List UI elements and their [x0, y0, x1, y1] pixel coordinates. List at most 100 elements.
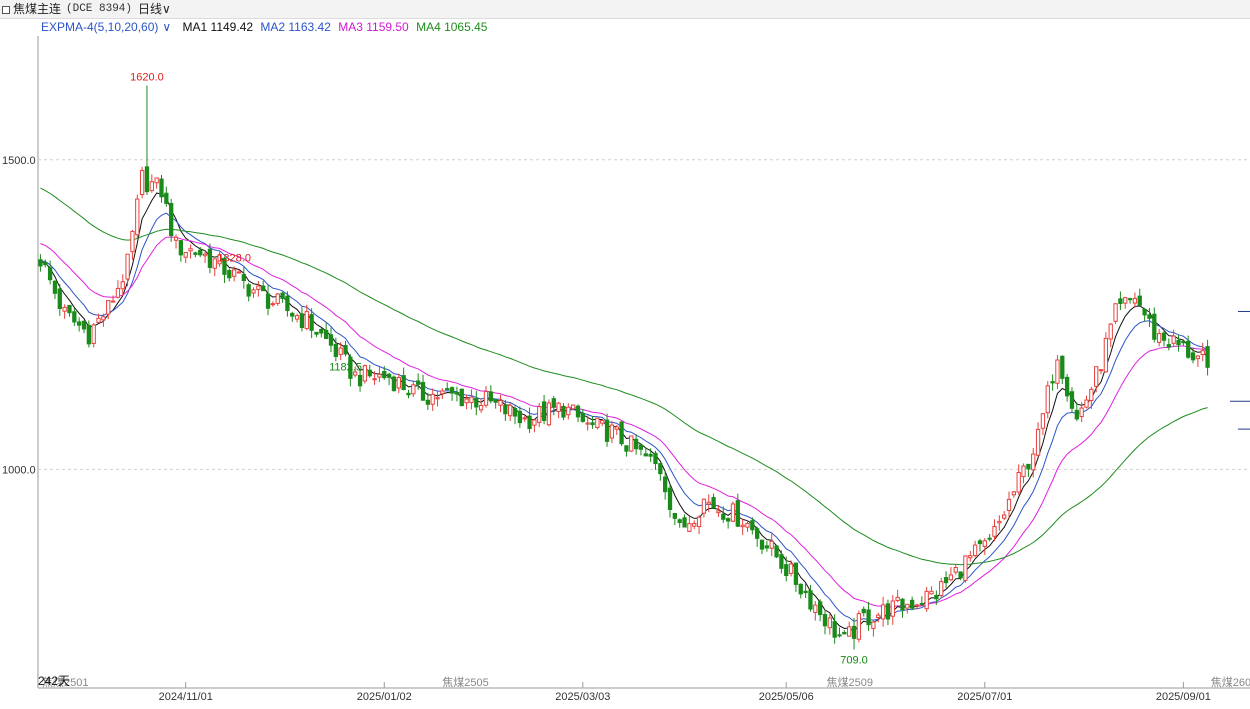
candle-body [663, 476, 668, 493]
symbol-name: 焦煤主连 [13, 2, 62, 16]
candle-body [740, 524, 745, 528]
candlestick-chart[interactable]: 1500.0 1000.0 1620.0 1328.0 1182.5 709.0 2024/… [0, 18, 1250, 709]
candle-body [517, 410, 523, 424]
candle-body [658, 463, 663, 475]
candle-body [692, 523, 697, 527]
y-tick-label: 1000.0 [2, 464, 36, 476]
candle-body [362, 365, 368, 382]
candle-body [880, 604, 886, 620]
candle-body [169, 202, 174, 237]
candle-body [1002, 514, 1007, 519]
candle-body [449, 387, 455, 394]
candle-body [958, 571, 963, 579]
candle-body [629, 435, 634, 452]
candle-body [164, 192, 169, 204]
candle-body [198, 249, 203, 256]
candle-body [701, 498, 707, 514]
candle-body [435, 397, 440, 400]
candle-body [193, 252, 198, 255]
candle-body [977, 540, 983, 545]
candle-body [769, 540, 774, 549]
candle-body [256, 285, 261, 290]
candle-body [837, 634, 842, 637]
candle-body [135, 198, 140, 236]
candle-body [343, 345, 348, 355]
series-line-ma2 [40, 212, 1208, 622]
candle-body [386, 373, 392, 378]
candle-body [1142, 308, 1147, 316]
candle-body [57, 288, 62, 310]
candle-body [154, 177, 159, 184]
candle-body [580, 413, 585, 422]
candle-body [532, 419, 537, 426]
candle-body [614, 426, 619, 430]
candle-body [498, 400, 503, 406]
candle-body [571, 404, 576, 410]
candle-body [1200, 350, 1205, 356]
candle-body [382, 371, 387, 379]
x-tick-label: 2025/07/01 [957, 691, 1012, 703]
candle-body [1157, 333, 1162, 343]
candle-body [546, 402, 552, 426]
candle-body [600, 419, 605, 424]
candle-body [401, 375, 406, 390]
candle-body [992, 526, 997, 537]
candle-body [1031, 453, 1036, 471]
candle-body [464, 398, 469, 404]
candle-body [1060, 355, 1065, 379]
candle-body [793, 562, 799, 585]
candle-body [275, 293, 280, 304]
candle-body [890, 600, 895, 617]
candle-body [406, 392, 411, 396]
candle-body [338, 347, 343, 355]
candle-body [144, 166, 150, 193]
candle-body [1006, 498, 1012, 511]
candle-body [929, 590, 934, 595]
candle-body [227, 270, 232, 279]
candle-body [236, 271, 242, 274]
candle-body [62, 306, 67, 312]
y-tick-label: 1500.0 [2, 155, 36, 167]
candle-body [1074, 409, 1079, 420]
candle-body [585, 422, 590, 425]
candle-body [241, 274, 246, 282]
candle-body [231, 269, 237, 277]
candle-body [745, 522, 750, 528]
candle-body [943, 577, 949, 584]
candle-body [672, 512, 677, 519]
candle-body [953, 567, 958, 573]
candle-body [357, 374, 363, 387]
contract-label: 焦煤2505 [442, 676, 488, 689]
candle-body [314, 331, 319, 335]
candle-body [934, 594, 939, 600]
candle-body [503, 404, 508, 415]
candle-body [997, 520, 1002, 524]
candle-body [1118, 298, 1123, 305]
candle-body [982, 540, 987, 547]
candle-body [900, 598, 905, 611]
candle-body [178, 240, 184, 256]
candle-body [687, 523, 692, 532]
candle-body [478, 405, 484, 411]
candle-body [948, 574, 954, 581]
candle-body [130, 230, 135, 253]
bar-count-label: 242天 [38, 674, 70, 688]
candle-body [822, 614, 828, 627]
candle-body [648, 453, 653, 457]
candle-body [575, 405, 581, 418]
candle-body [876, 614, 881, 619]
candle-body [1113, 303, 1118, 322]
candle-body [682, 517, 687, 528]
candle-body [1045, 385, 1050, 414]
candle-body [377, 373, 382, 378]
candle-body [110, 300, 116, 303]
candle-body [183, 251, 188, 258]
candle-body [919, 602, 924, 605]
candle-body [798, 583, 803, 595]
period-selector[interactable]: 日线∨ [138, 0, 171, 18]
candle-body [120, 281, 125, 290]
candle-body [454, 392, 460, 395]
candle-body [851, 625, 857, 639]
candle-body [493, 399, 498, 403]
candle-body [1098, 369, 1104, 372]
